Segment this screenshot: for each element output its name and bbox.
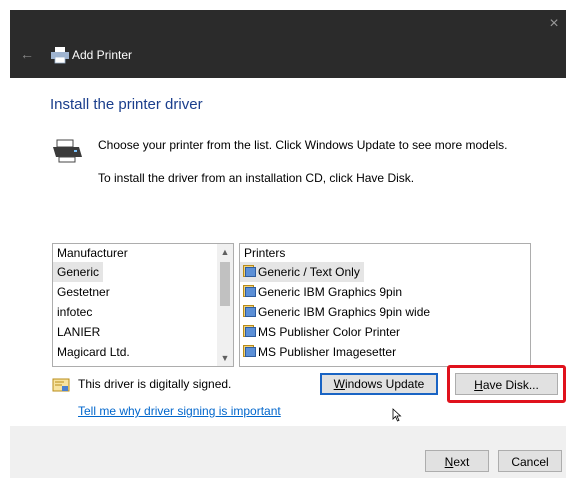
driver-signing-link[interactable]: Tell me why driver signing is important <box>78 404 281 418</box>
instruction-have-disk: To install the driver from an installati… <box>98 171 415 185</box>
printer-item[interactable]: Generic / Text Only <box>240 262 364 282</box>
printer-item[interactable]: Generic IBM Graphics 9pin <box>240 282 530 302</box>
printer-item-label: MS Publisher Imagesetter <box>258 345 397 359</box>
next-button[interactable]: Next <box>425 450 489 472</box>
printer-item-label: Generic / Text Only <box>258 265 360 279</box>
dialog-content: Install the printer driver Choose your p… <box>10 78 566 478</box>
have-disk-button[interactable]: Have Disk... <box>455 373 558 395</box>
instruction-choose-printer: Choose your printer from the list. Click… <box>98 138 508 152</box>
driver-file-icon <box>242 324 256 338</box>
driver-signed-status: This driver is digitally signed. <box>78 377 232 391</box>
manufacturer-item[interactable]: Magicard Ltd. <box>53 342 233 362</box>
manufacturer-item[interactable]: LANIER <box>53 322 233 342</box>
printer-item-label: Generic IBM Graphics 9pin <box>258 285 403 299</box>
printer-item[interactable]: Generic IBM Graphics 9pin wide <box>240 302 530 322</box>
add-printer-window: ← Add Printer × Install the printer driv… <box>0 0 566 478</box>
manufacturer-header: Manufacturer <box>57 246 128 260</box>
have-disk-mnemonic: H <box>474 378 483 392</box>
back-arrow-icon[interactable]: ← <box>20 46 34 62</box>
printer-item-label: Generic IBM Graphics 9pin wide <box>258 305 431 319</box>
windows-update-label: indows Update <box>344 377 425 391</box>
mouse-cursor-icon <box>392 408 402 422</box>
printer-item-label: MS Publisher Color Printer <box>258 325 401 339</box>
certificate-icon <box>52 378 70 392</box>
printer-item[interactable]: MS Publisher Color Printer <box>240 322 530 342</box>
windows-update-mnemonic: W <box>333 377 345 391</box>
next-label: ext <box>453 455 470 469</box>
have-disk-label: ave Disk... <box>482 378 539 392</box>
manufacturer-list[interactable]: Manufacturer Generic Gestetner infotec L… <box>52 243 234 367</box>
driver-file-icon <box>242 264 256 278</box>
page-title: Install the printer driver <box>50 96 203 113</box>
printer-app-icon <box>51 47 69 64</box>
manufacturer-item[interactable]: Generic <box>53 262 104 282</box>
title-bar: ← Add Printer × <box>10 10 566 78</box>
printers-header: Printers <box>244 246 286 260</box>
window-title: Add Printer <box>72 48 133 62</box>
driver-file-icon <box>242 284 256 298</box>
driver-file-icon <box>242 304 256 318</box>
scroll-up-icon[interactable]: ▲ <box>217 244 233 260</box>
printers-list[interactable]: Printers Generic / Text Only Generic IBM… <box>239 243 531 367</box>
manufacturer-item[interactable]: Gestetner <box>53 282 233 302</box>
windows-update-button[interactable]: Windows Update <box>320 373 438 395</box>
scroll-down-icon[interactable]: ▼ <box>217 350 233 366</box>
printer-item[interactable]: MS Publisher Imagesetter <box>240 342 530 362</box>
manufacturer-scrollbar[interactable]: ▲ ▼ <box>217 244 233 366</box>
driver-file-icon <box>242 344 256 358</box>
cancel-button[interactable]: Cancel <box>498 450 562 472</box>
close-icon[interactable]: × <box>542 10 566 40</box>
scrollbar-thumb[interactable] <box>220 262 230 306</box>
manufacturer-item[interactable]: infotec <box>53 302 233 322</box>
printer-icon <box>53 139 82 163</box>
